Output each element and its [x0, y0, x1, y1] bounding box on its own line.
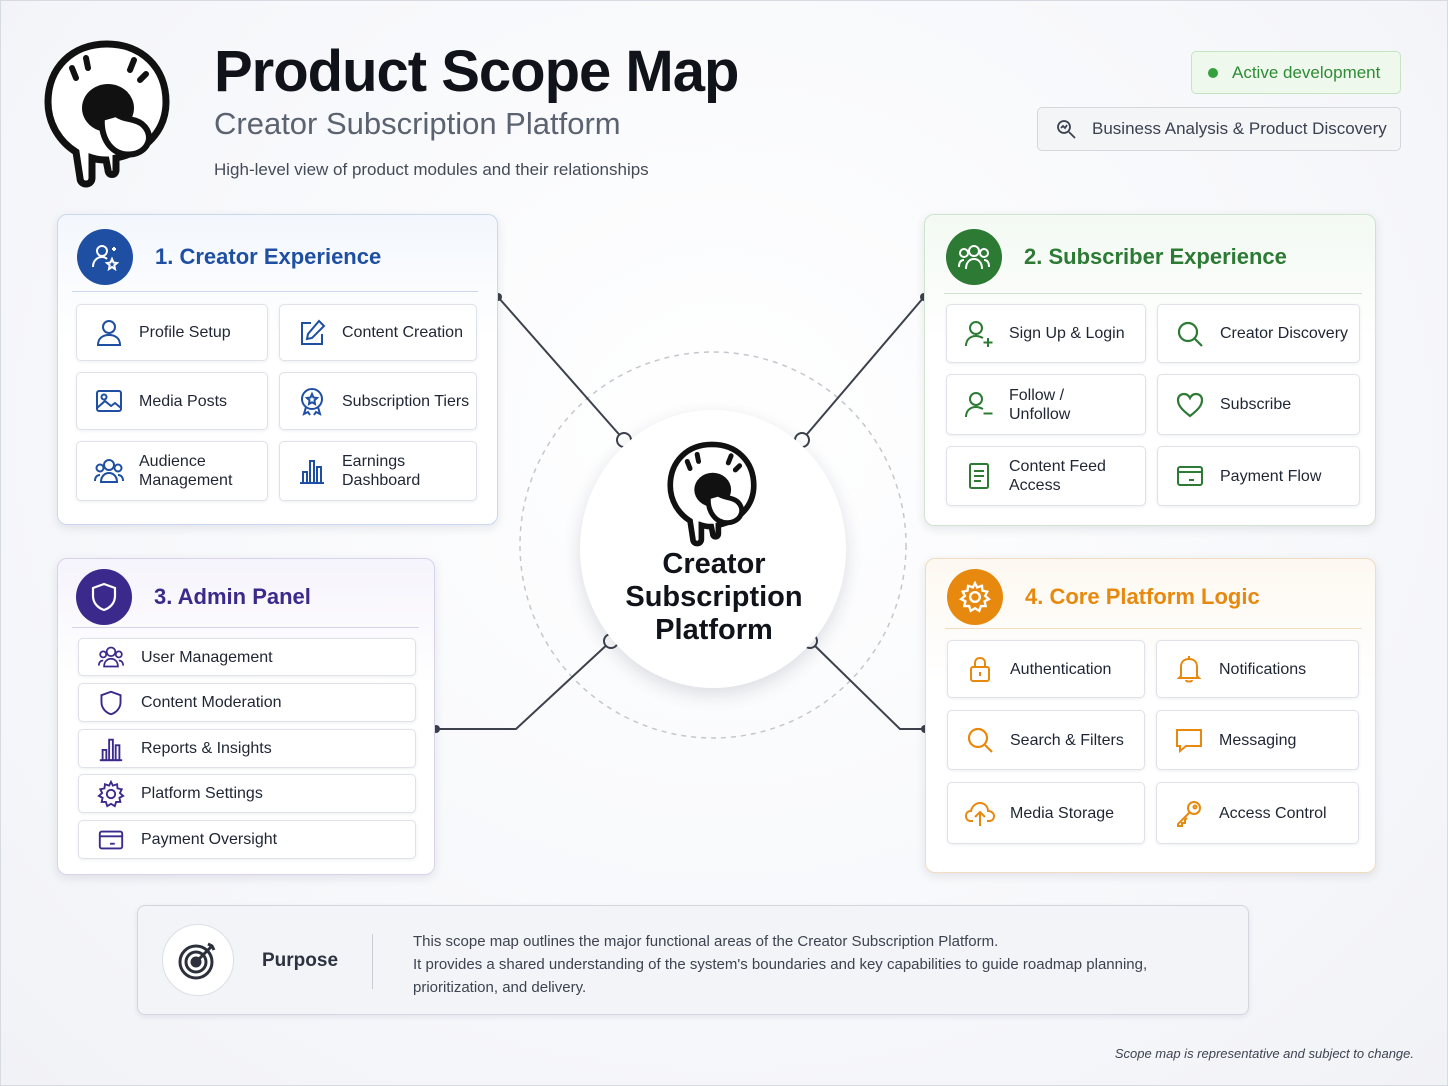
- tile-notifications[interactable]: Notifications: [1156, 640, 1359, 698]
- module-title: 1. Creator Experience: [155, 244, 382, 269]
- tile-content-moderation[interactable]: Content Moderation: [78, 683, 416, 722]
- search-analytics-icon: [1057, 120, 1076, 139]
- tile-sign-up-login[interactable]: Sign Up & Login: [946, 304, 1146, 363]
- lock-icon: [962, 651, 998, 687]
- chat-icon: [1171, 722, 1207, 758]
- shield-icon: [93, 685, 129, 721]
- page-subtitle: Creator Subscription Platform: [214, 106, 621, 141]
- users-icon: [93, 639, 129, 675]
- tile-creator-discovery[interactable]: Creator Discovery: [1157, 304, 1360, 363]
- tile-user-management[interactable]: User Management: [78, 638, 416, 676]
- heart-icon: [1172, 387, 1208, 423]
- tile-follow-unfollow[interactable]: Follow / Unfollow: [946, 374, 1146, 435]
- module-title: 4. Core Platform Logic: [1025, 584, 1260, 609]
- page-tagline: High-level view of product modules and t…: [214, 160, 649, 179]
- card-icon: [93, 822, 129, 858]
- search-icon: [962, 722, 998, 758]
- bar-chart-icon: [93, 731, 129, 767]
- footnote: Scope map is representative and subject …: [1114, 1046, 1414, 1061]
- gear-icon: [93, 776, 129, 812]
- category-label: Business Analysis & Product Discovery: [1092, 119, 1387, 138]
- image-icon: [91, 383, 127, 419]
- tile-payment-oversight[interactable]: Payment Oversight: [78, 820, 416, 859]
- page-title: Product Scope Map: [214, 39, 739, 104]
- tile-subscribe[interactable]: Subscribe: [1157, 374, 1360, 435]
- tile-authentication[interactable]: Authentication: [947, 640, 1145, 698]
- module-subscriber-experience: 2. Subscriber Experience Sign Up & Login…: [924, 214, 1376, 526]
- tile-content-feed-access[interactable]: Content Feed Access: [946, 446, 1146, 506]
- shield-icon: [76, 569, 132, 625]
- tile-platform-settings[interactable]: Platform Settings: [78, 774, 416, 813]
- center-title: Creator Subscription Platform: [625, 548, 803, 646]
- module-admin-panel: 3. Admin Panel User Management Content M…: [57, 558, 435, 875]
- user-icon: [91, 315, 127, 351]
- status-dot-icon: [1208, 67, 1218, 78]
- status-badge: Active development: [1191, 51, 1401, 94]
- purpose-label: Purpose: [262, 950, 339, 971]
- key-icon: [1171, 795, 1207, 831]
- dripping-donut-logo-icon: [42, 38, 172, 190]
- tile-subscription-tiers[interactable]: Subscription Tiers: [279, 372, 477, 430]
- target-icon: [162, 924, 234, 996]
- users-icon: [91, 453, 127, 489]
- module-title: 2. Subscriber Experience: [1024, 244, 1287, 269]
- module-core-platform-logic: 4. Core Platform Logic Authentication No…: [925, 558, 1376, 873]
- tile-media-posts[interactable]: Media Posts: [76, 372, 268, 430]
- purpose-card: Purpose This scope map outlines the majo…: [137, 905, 1249, 1015]
- divider: [372, 934, 373, 989]
- tile-reports-insights[interactable]: Reports & Insights: [78, 729, 416, 768]
- edit-icon: [294, 315, 330, 351]
- tile-search-filters[interactable]: Search & Filters: [947, 710, 1145, 770]
- document-icon: [961, 458, 997, 494]
- category-badge: Business Analysis & Product Discovery: [1037, 107, 1401, 151]
- tile-payment-flow[interactable]: Payment Flow: [1157, 446, 1360, 506]
- module-title: 3. Admin Panel: [154, 584, 311, 609]
- tile-content-creation[interactable]: Content Creation: [279, 304, 477, 361]
- dripping-donut-logo-icon: [666, 440, 758, 548]
- gear-icon: [947, 569, 1003, 625]
- bar-chart-icon: [294, 453, 330, 489]
- tile-media-storage[interactable]: Media Storage: [947, 782, 1145, 844]
- tile-audience-management[interactable]: Audience Management: [76, 441, 268, 501]
- tile-messaging[interactable]: Messaging: [1156, 710, 1359, 770]
- bell-icon: [1171, 651, 1207, 687]
- user-minus-icon: [961, 387, 997, 423]
- user-star-icon: [77, 229, 133, 285]
- module-creator-experience: 1. Creator Experience Profile Setup Cont…: [57, 214, 498, 525]
- status-label: Active development: [1232, 62, 1381, 82]
- tile-access-control[interactable]: Access Control: [1156, 782, 1359, 844]
- purpose-text: This scope map outlines the major functi…: [413, 933, 1148, 996]
- user-plus-icon: [961, 316, 997, 352]
- group-icon: [946, 229, 1002, 285]
- cloud-upload-icon: [962, 795, 998, 831]
- tile-profile-setup[interactable]: Profile Setup: [76, 304, 268, 361]
- search-icon: [1172, 316, 1208, 352]
- badge-star-icon: [294, 383, 330, 419]
- card-icon: [1172, 458, 1208, 494]
- tile-earnings-dashboard[interactable]: Earnings Dashboard: [279, 441, 477, 501]
